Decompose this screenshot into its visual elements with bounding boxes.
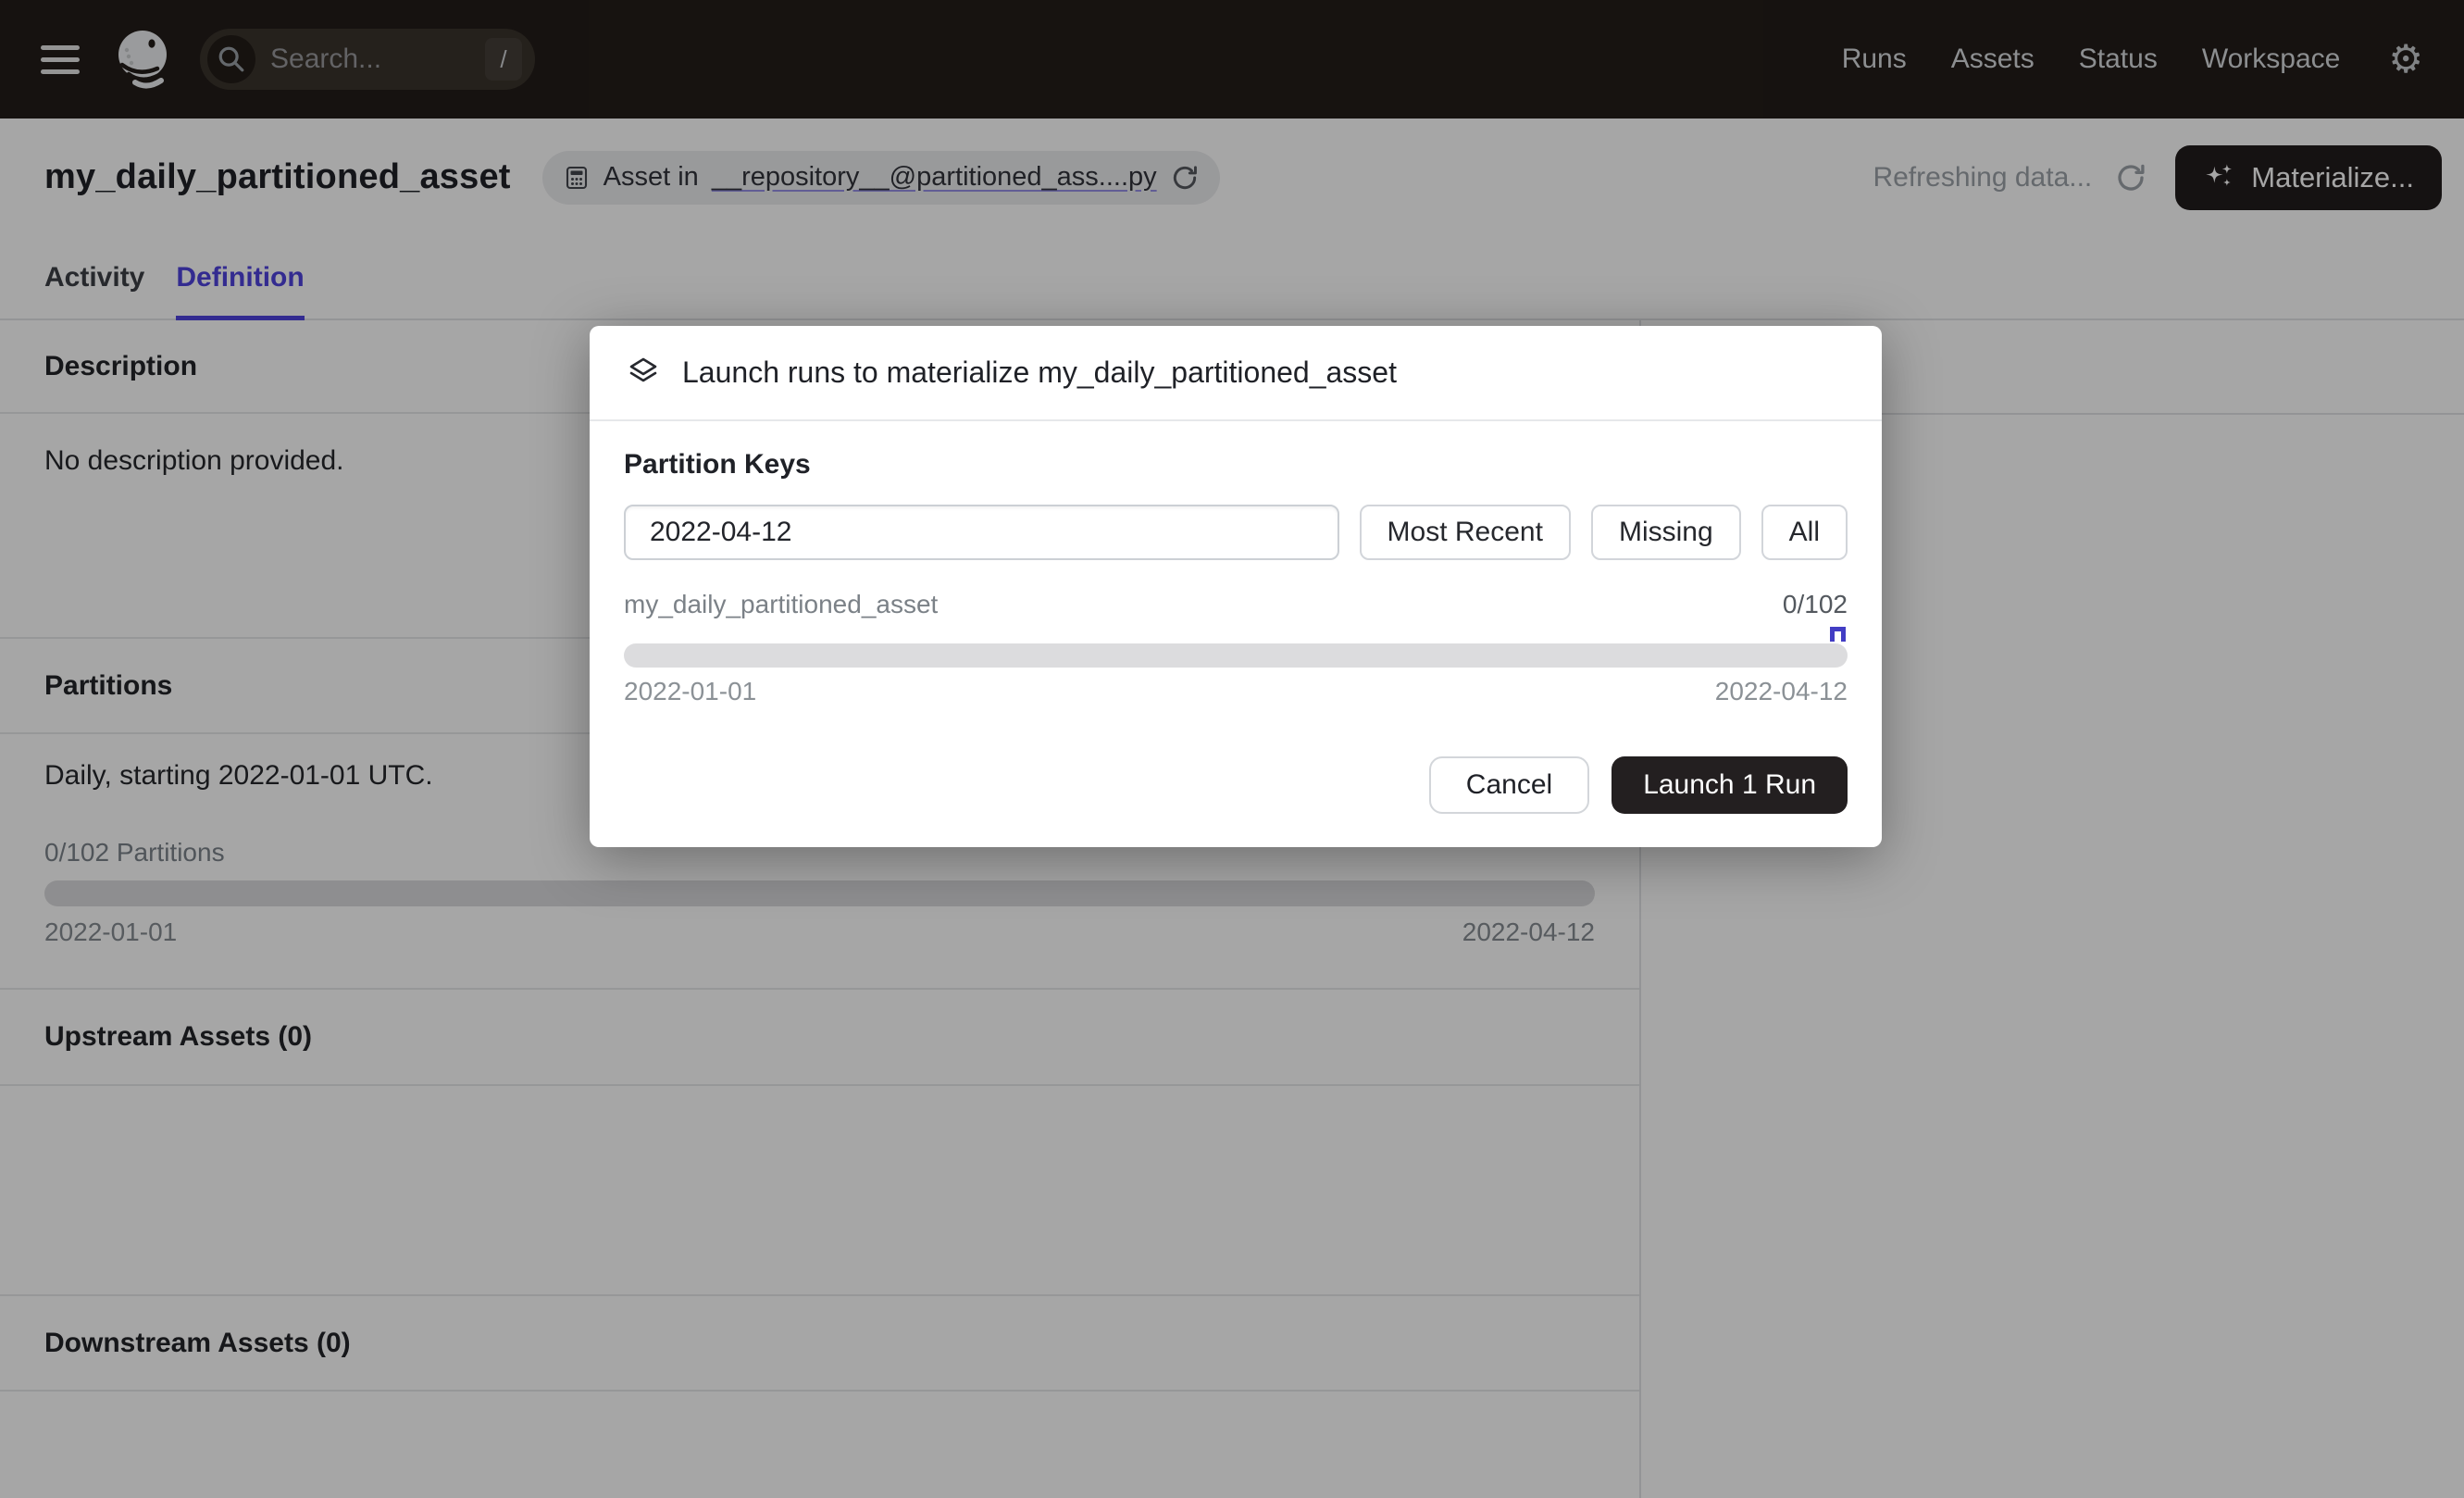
asset-name-label: my_daily_partitioned_asset [624,590,938,619]
dialog-header: Launch runs to materialize my_daily_part… [590,326,1882,421]
dialog-body: Partition Keys Most Recent Missing All m… [590,421,1882,847]
asset-layers-icon [623,353,664,393]
dialog-date-range: 2022-01-01 2022-04-12 [624,677,1848,706]
dialog-range-start: 2022-01-01 [624,677,756,706]
asset-partition-status-row: my_daily_partitioned_asset 0/102 [624,590,1848,619]
preset-most-recent-button[interactable]: Most Recent [1360,505,1571,560]
preset-missing-button[interactable]: Missing [1591,505,1741,560]
selection-marker-row [624,623,1848,643]
dialog-title: Launch runs to materialize my_daily_part… [682,356,1397,390]
partition-keys-input[interactable] [624,505,1339,560]
dialog-range-end: 2022-04-12 [1715,677,1848,706]
partition-selection-handle[interactable] [1830,627,1846,642]
preset-all-button[interactable]: All [1761,505,1848,560]
cancel-button[interactable]: Cancel [1429,756,1589,814]
dialog-footer: Cancel Launch 1 Run [624,756,1848,814]
partition-range-bar[interactable] [624,643,1848,668]
launch-runs-dialog: Launch runs to materialize my_daily_part… [590,326,1882,847]
partition-keys-label: Partition Keys [624,449,1848,481]
partition-keys-row: Most Recent Missing All [624,505,1848,560]
selected-partition-count: 0/102 [1783,590,1848,619]
launch-run-button[interactable]: Launch 1 Run [1612,756,1848,814]
